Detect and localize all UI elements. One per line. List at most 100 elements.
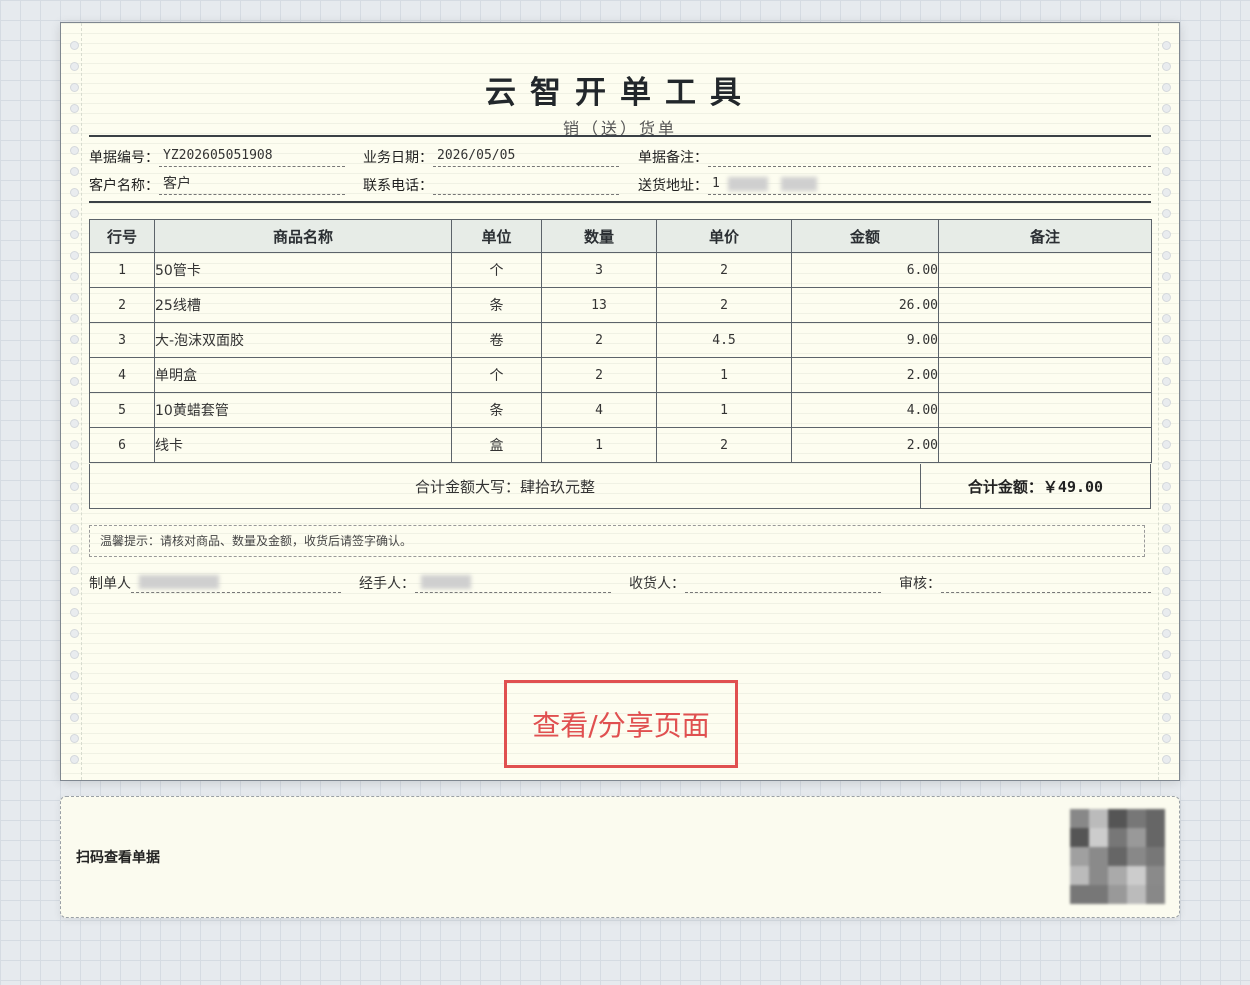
feed-hole (1162, 461, 1171, 470)
quantity: 13 (541, 287, 657, 323)
quantity: 3 (541, 252, 657, 288)
info-row-1: 单据编号： YZ202605051908 业务日期： 2026/05/05 单据… (89, 145, 1151, 167)
handler-line (415, 572, 611, 593)
doc-number-value: YZ202605051908 (159, 146, 345, 167)
unit: 盒 (451, 427, 542, 463)
feed-hole (70, 398, 79, 407)
total-row: 合计金额大写： 肆拾玖元整 合计金额： ￥49.00 (89, 464, 1151, 509)
row-number: 2 (89, 287, 155, 323)
feed-hole (1162, 356, 1171, 365)
qr-cell (1146, 828, 1165, 847)
quantity: 2 (541, 322, 657, 358)
feed-hole (1162, 251, 1171, 260)
row-number: 1 (89, 252, 155, 288)
qr-cell (1127, 828, 1146, 847)
feed-hole (70, 734, 79, 743)
signature-row: 制单人 经手人： 收货人： 审核： (89, 571, 1151, 593)
note (938, 252, 1152, 288)
qr-cell (1127, 809, 1146, 828)
feed-hole (1162, 167, 1171, 176)
column-header: 行号 (89, 219, 155, 253)
unit: 个 (451, 357, 542, 393)
address-value: 1 (708, 174, 1151, 195)
redacted-handler-name (421, 575, 471, 589)
qr-cell (1089, 809, 1108, 828)
address-prefix: 1 (712, 176, 720, 191)
page-title: 云智开单工具 (485, 75, 755, 111)
feed-hole (70, 503, 79, 512)
redacted-address-block (781, 176, 818, 191)
row-number: 6 (89, 427, 155, 463)
amount: 2.00 (791, 357, 939, 393)
feed-hole (1162, 587, 1171, 596)
address-label: 送货地址： (638, 178, 708, 194)
feed-hole (1162, 335, 1171, 344)
feed-hole (70, 755, 79, 764)
feed-hole (70, 440, 79, 449)
unit: 卷 (451, 322, 542, 358)
feed-hole (70, 419, 79, 428)
feed-hole (70, 314, 79, 323)
unit: 条 (451, 392, 542, 428)
feed-hole (1162, 398, 1171, 407)
qr-cell (1127, 885, 1146, 904)
feed-hole (70, 188, 79, 197)
qr-cell (1089, 866, 1108, 885)
qr-cell (1108, 885, 1127, 904)
feed-hole (70, 545, 79, 554)
column-header: 商品名称 (154, 219, 452, 253)
qr-code[interactable] (1070, 809, 1165, 904)
feed-hole (1162, 566, 1171, 575)
feed-hole (1162, 293, 1171, 302)
handler-signature: 经手人： (359, 571, 611, 593)
feed-hole (70, 629, 79, 638)
feed-hole (70, 209, 79, 218)
qr-cell (1070, 885, 1089, 904)
feed-hole (70, 650, 79, 659)
product-name: 25线槽 (154, 287, 452, 323)
table-row: 3 大-泡沫双面胶 卷 2 4.5 9.00 (89, 322, 1152, 358)
feed-hole (70, 587, 79, 596)
note (938, 427, 1152, 463)
unit-price: 1 (656, 392, 792, 428)
qr-cell (1146, 866, 1165, 885)
view-share-button[interactable]: 查看/分享页面 (504, 680, 738, 768)
amount: 2.00 (791, 427, 939, 463)
feed-hole (70, 293, 79, 302)
feed-hole (1162, 419, 1171, 428)
maker-line (131, 572, 341, 593)
row-number: 5 (89, 392, 155, 428)
quantity: 2 (541, 357, 657, 393)
qr-cell (1127, 847, 1146, 866)
date-label: 业务日期： (363, 150, 433, 166)
table-row: 5 10黄蜡套管 条 4 1 4.00 (89, 392, 1152, 428)
feed-hole (70, 566, 79, 575)
qr-label: 扫码查看单据 (76, 850, 160, 866)
row-number: 3 (89, 322, 155, 358)
table-header-row: 行号 商品名称 单位 数量 单价 金额 备注 (89, 219, 1152, 253)
header-divider-top (89, 135, 1151, 137)
qr-cell (1070, 866, 1089, 885)
quantity: 4 (541, 392, 657, 428)
unit-price: 2 (656, 427, 792, 463)
header-divider-bottom (89, 201, 1151, 203)
auditor-line (941, 572, 1151, 593)
qr-cell (1146, 847, 1165, 866)
table-row: 6 线卡 盒 1 2 2.00 (89, 427, 1152, 463)
qr-card: 扫码查看单据 (60, 796, 1180, 918)
product-name: 50管卡 (154, 252, 452, 288)
feed-hole (70, 461, 79, 470)
amount: 4.00 (791, 392, 939, 428)
feed-hole (70, 713, 79, 722)
total-amount-value: ￥49.00 (1042, 477, 1104, 496)
product-name: 大-泡沫双面胶 (154, 322, 452, 358)
phone-label: 联系电话： (363, 178, 433, 194)
feed-hole (1162, 146, 1171, 155)
feed-hole (1162, 503, 1171, 512)
doc-number-label: 单据编号： (89, 150, 159, 166)
feed-hole (70, 377, 79, 386)
auditor-signature: 审核： (899, 571, 1151, 593)
qr-cell (1108, 828, 1127, 847)
feed-hole (70, 146, 79, 155)
auditor-label: 审核： (899, 576, 941, 592)
